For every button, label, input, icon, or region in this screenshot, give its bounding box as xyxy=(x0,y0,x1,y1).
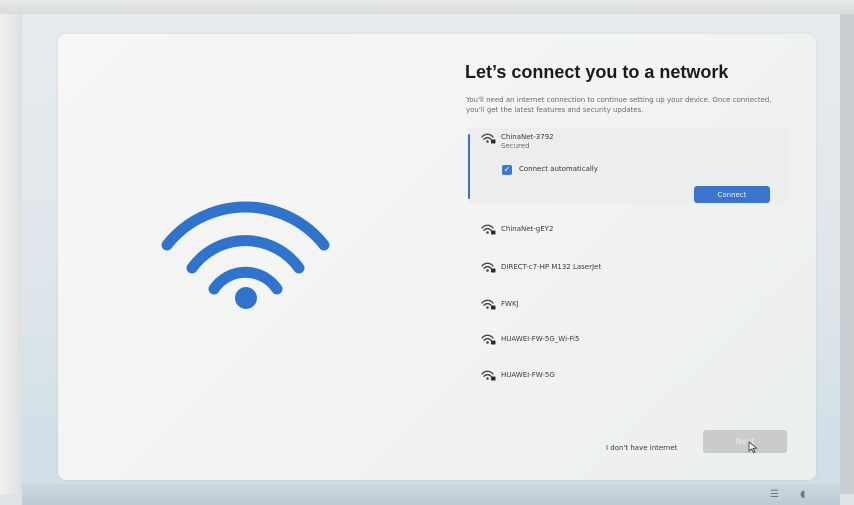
wifi-lock-icon xyxy=(481,299,496,310)
wifi-lock-icon xyxy=(481,133,496,144)
network-name: ChinaNet-3792 xyxy=(501,133,554,141)
network-status: Secured xyxy=(501,142,530,150)
network-item[interactable]: DIRECT-c7-HP M132 LaserJet xyxy=(468,255,788,281)
wifi-lock-icon xyxy=(481,370,496,381)
network-name: HUAWEI-FW-5G_Wi-Fi5 xyxy=(501,335,580,343)
network-name: HUAWEI-FW-5G xyxy=(501,371,555,379)
wifi-lock-icon xyxy=(481,334,496,345)
network-name: ChinaNet-gEY2 xyxy=(501,225,554,233)
connect-automatically-label[interactable]: Connect automatically xyxy=(519,165,598,173)
page-title: Let’s connect you to a network xyxy=(465,62,729,82)
connect-automatically-checkbox[interactable]: ✓ xyxy=(502,165,512,175)
connect-button[interactable]: Connect xyxy=(694,186,770,203)
mouse-pointer-icon xyxy=(748,441,758,453)
next-button[interactable]: Next xyxy=(703,430,787,453)
network-item[interactable]: HUAWEI-FW-5G xyxy=(468,363,788,389)
volume-icon[interactable]: ◖ xyxy=(800,489,805,500)
wifi-icon xyxy=(161,201,330,309)
network-item[interactable]: HUAWEI-FW-5G_Wi-Fi5 xyxy=(468,327,788,353)
network-item[interactable]: ChinaNet-gEY2 xyxy=(468,217,788,243)
wifi-lock-icon xyxy=(481,224,496,235)
page-subtitle: You'll need an internet connection to co… xyxy=(466,96,772,114)
taskbar xyxy=(22,484,840,505)
network-item[interactable]: FWKJ xyxy=(468,292,788,318)
selection-indicator xyxy=(468,134,470,199)
accessibility-icon[interactable]: ☰ xyxy=(770,489,779,500)
oobe-card: Let’s connect you to a network You'll ne… xyxy=(58,34,816,480)
photo-top-edge xyxy=(0,0,854,14)
network-name: DIRECT-c7-HP M132 LaserJet xyxy=(501,263,602,271)
wifi-lock-icon xyxy=(481,262,496,273)
monitor-bezel-left xyxy=(0,14,22,494)
network-name: FWKJ xyxy=(501,300,519,308)
no-internet-link[interactable]: I don't have internet xyxy=(606,444,677,452)
monitor-bezel-right xyxy=(840,14,854,494)
checkmark-icon: ✓ xyxy=(503,165,511,174)
